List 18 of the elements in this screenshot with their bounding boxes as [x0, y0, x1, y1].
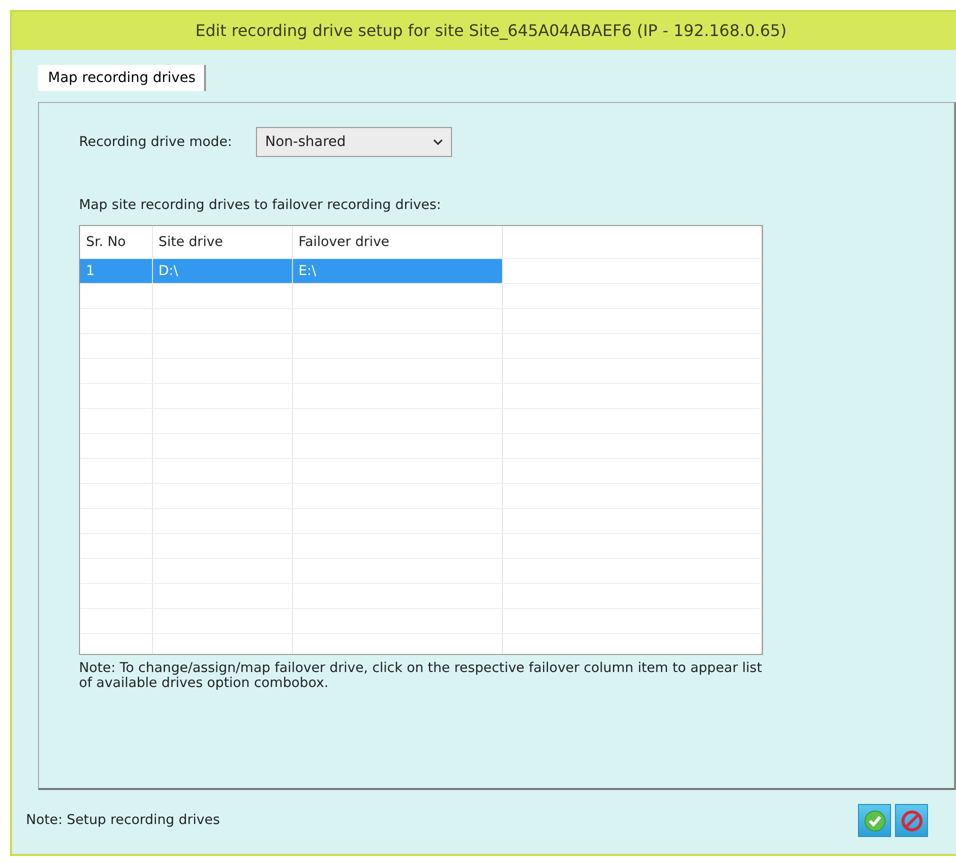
table-cell[interactable]: E:\: [292, 258, 502, 284]
check-icon: [862, 808, 886, 832]
ok-button[interactable]: [858, 804, 891, 837]
tab[interactable]: Map recording drives: [38, 65, 206, 91]
window-title: Edit recording drive setup for site Site_645A04ABAEF6 (IP - 192.168.0.65): [12, 12, 956, 50]
column-header: Site drive: [152, 226, 292, 258]
caret-icon: [433, 138, 444, 146]
prohibited-icon: [900, 808, 924, 832]
mode-label: Recording drive mode:: [79, 132, 232, 152]
table-cell[interactable]: D:\: [152, 258, 292, 284]
table-caption: Map site recording drives to failover recording drives:: [79, 196, 442, 215]
status-note: Note: Setup recording drives: [26, 811, 220, 830]
note-text: Note: To change/assign/map failover drive, click on the respective failover column item to appear list of available drives option combobox.: [79, 661, 763, 691]
cancel-button[interactable]: [895, 804, 928, 837]
mode-dropdown[interactable]: Non-shared: [256, 127, 452, 157]
table-cell[interactable]: 1: [80, 258, 152, 284]
column-header: Failover drive: [292, 226, 502, 258]
column-header: Sr. No: [80, 226, 152, 258]
